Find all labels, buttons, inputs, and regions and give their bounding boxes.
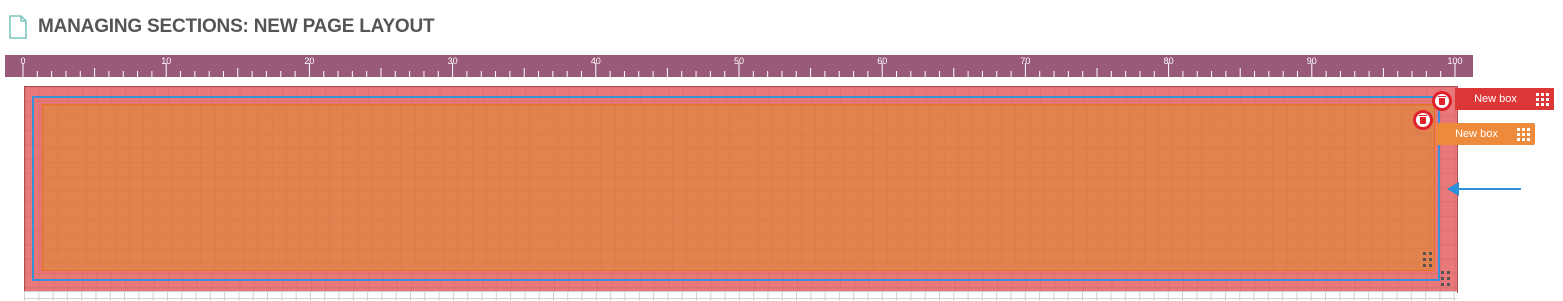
- trash-icon: [1419, 114, 1427, 124]
- ruler-label: 40: [591, 56, 601, 66]
- ruler-label: 30: [448, 56, 458, 66]
- page-header: MANAGING SECTIONS: NEW PAGE LAYOUT: [8, 13, 435, 41]
- outer-box-label: New box: [1474, 93, 1517, 105]
- inner-box-resize-handle[interactable]: [1423, 252, 1433, 268]
- ruler-label: 50: [734, 56, 744, 66]
- ruler-label: 60: [877, 56, 887, 66]
- arrow-left-icon: [1447, 182, 1521, 196]
- ruler-label: 100: [1447, 56, 1462, 66]
- inner-section-box[interactable]: [42, 104, 1435, 271]
- ruler-label: 0: [20, 56, 25, 66]
- canvas-grid-strip: [24, 291, 1457, 301]
- delete-inner-box-button[interactable]: [1413, 110, 1433, 130]
- drag-handle-icon[interactable]: [1517, 128, 1530, 141]
- trash-icon: [1438, 95, 1446, 105]
- horizontal-ruler: 0 10 20 30 40 50 60 70 80 90 100: [5, 55, 1473, 77]
- delete-outer-box-button[interactable]: [1432, 91, 1452, 111]
- outer-box-tag[interactable]: New box: [1455, 88, 1554, 110]
- ruler-label: 20: [304, 56, 314, 66]
- drag-handle-icon[interactable]: [1536, 93, 1549, 106]
- ruler-label: 80: [1164, 56, 1174, 66]
- page-title: MANAGING SECTIONS: NEW PAGE LAYOUT: [38, 16, 435, 37]
- ruler-label: 70: [1020, 56, 1030, 66]
- inner-box-tag[interactable]: New box: [1436, 123, 1535, 145]
- document-icon: [9, 15, 27, 39]
- ruler-scale: 0 10 20 30 40 50 60 70 80 90 100: [20, 56, 1463, 77]
- ruler-label: 10: [161, 56, 171, 66]
- ruler-label: 90: [1307, 56, 1317, 66]
- outer-box-resize-handle[interactable]: [1441, 271, 1451, 287]
- inner-box-label: New box: [1455, 128, 1498, 140]
